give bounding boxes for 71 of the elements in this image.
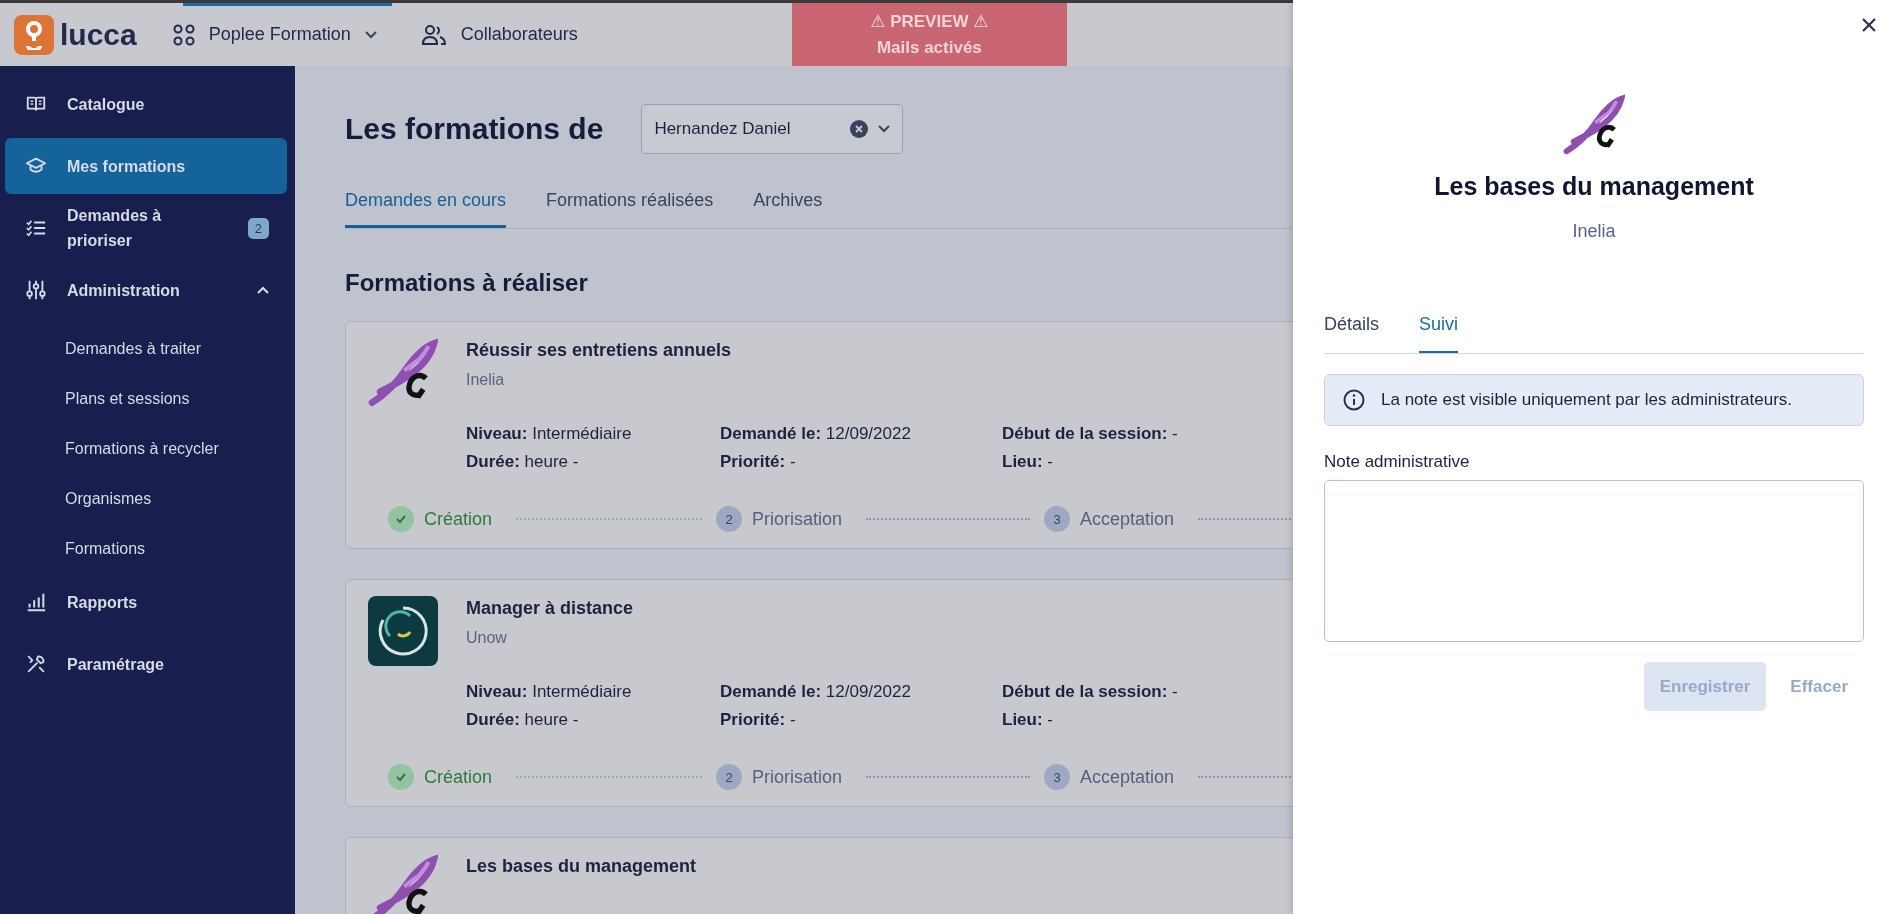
step-label: Création (424, 766, 493, 788)
sidebar-subitem[interactable]: Plans et sessions (0, 374, 295, 424)
checklist-icon (25, 217, 47, 239)
training-title: Manager à distance (466, 598, 634, 619)
detail-field: Priorité: - (720, 710, 1002, 730)
clear-icon[interactable] (850, 120, 869, 138)
provider-name: Inelia (1572, 221, 1616, 242)
step-label: Acceptation (1080, 508, 1175, 530)
tab[interactable]: Archives (753, 180, 823, 228)
sidebar-item[interactable]: Demandes à prioriser 2 (5, 200, 287, 256)
sidebar-item[interactable]: Administration (5, 262, 287, 318)
chevron-up-icon[interactable] (257, 286, 269, 294)
note-field[interactable] (1324, 480, 1864, 642)
app-switcher[interactable]: Poplee Formation (172, 23, 377, 46)
sidebar-subitem[interactable]: Demandes à traiter (0, 324, 295, 374)
detail-field: Niveau: Intermédiaire (466, 424, 720, 444)
panel-title: Les bases du management (1434, 172, 1754, 201)
detail-field: Durée: heure - (466, 452, 720, 472)
info-icon (1343, 389, 1365, 411)
detail-field: Demandé le: 12/09/2022 (720, 424, 1002, 444)
logo-text: lucca (60, 17, 137, 52)
training-title: Réussir ses entretiens annuels (466, 340, 732, 361)
chevron-down-icon (364, 30, 377, 39)
sidebar-item[interactable]: Rapports (5, 574, 287, 630)
nav-link[interactable]: Collaborateurs (420, 23, 578, 46)
detail-field: Lieu: - (1002, 710, 1302, 730)
chevron-down-icon (878, 125, 891, 133)
sidebar-subitem[interactable]: Organismes (0, 474, 295, 524)
training-title: Les bases du management (466, 856, 697, 877)
provider-name: Unow (466, 629, 508, 647)
tab[interactable]: Demandes en cours (345, 180, 507, 228)
sidebar-item[interactable]: Mes formations (5, 138, 287, 194)
detail-field: Lieu: - (1002, 452, 1302, 472)
grid-icon (172, 23, 195, 46)
step-label: Priorisation (752, 766, 843, 788)
step-label: Priorisation (752, 508, 843, 530)
sidebar-subitem[interactable]: Formations (0, 524, 295, 574)
detail-field: Début de la session: - (1002, 424, 1302, 444)
banner-subtitle: Mails activés (876, 38, 982, 58)
banner-title: ⚠ PREVIEW ⚠ (870, 11, 989, 32)
detail-field: Début de la session: - (1002, 682, 1302, 702)
bar-chart-icon (25, 591, 47, 613)
sidebar-subitem[interactable]: Formations à recycler (0, 424, 295, 474)
tab[interactable]: Suivi (1419, 314, 1459, 353)
step-label: Création (424, 508, 493, 530)
tab[interactable]: Formations réalisées (546, 180, 714, 228)
circle-arcs-logo (368, 596, 438, 666)
step-number: 3 (1044, 506, 1070, 532)
step-label: Acceptation (1080, 766, 1175, 788)
sidebar-item[interactable]: Paramétrage (5, 636, 287, 692)
detail-field: Demandé le: 12/09/2022 (720, 682, 1002, 702)
step-number: 2 (716, 764, 742, 790)
quill-pen-logo (368, 338, 438, 408)
sidebar-item[interactable]: Catalogue (5, 76, 287, 132)
detail-field: Priorité: - (720, 452, 1002, 472)
quill-pen-logo (1563, 94, 1625, 156)
count-badge: 2 (247, 217, 269, 239)
close-icon (1862, 18, 1876, 32)
tools-icon (25, 653, 47, 675)
page-title: Les formations de (345, 112, 604, 146)
people-icon (420, 23, 447, 46)
step-number: 2 (716, 506, 742, 532)
section-title: Formations à réaliser (345, 269, 589, 297)
logo-icon (14, 14, 54, 55)
detail-field: Durée: heure - (466, 710, 720, 730)
step-number: 3 (1044, 764, 1070, 790)
person-select[interactable]: Hernandez Daniel (641, 104, 904, 154)
field-label: Note administrative (1324, 452, 1471, 472)
detail-field: Niveau: Intermédiaire (466, 682, 720, 702)
sliders-icon (25, 279, 47, 301)
provider-name: Inelia (466, 371, 506, 389)
